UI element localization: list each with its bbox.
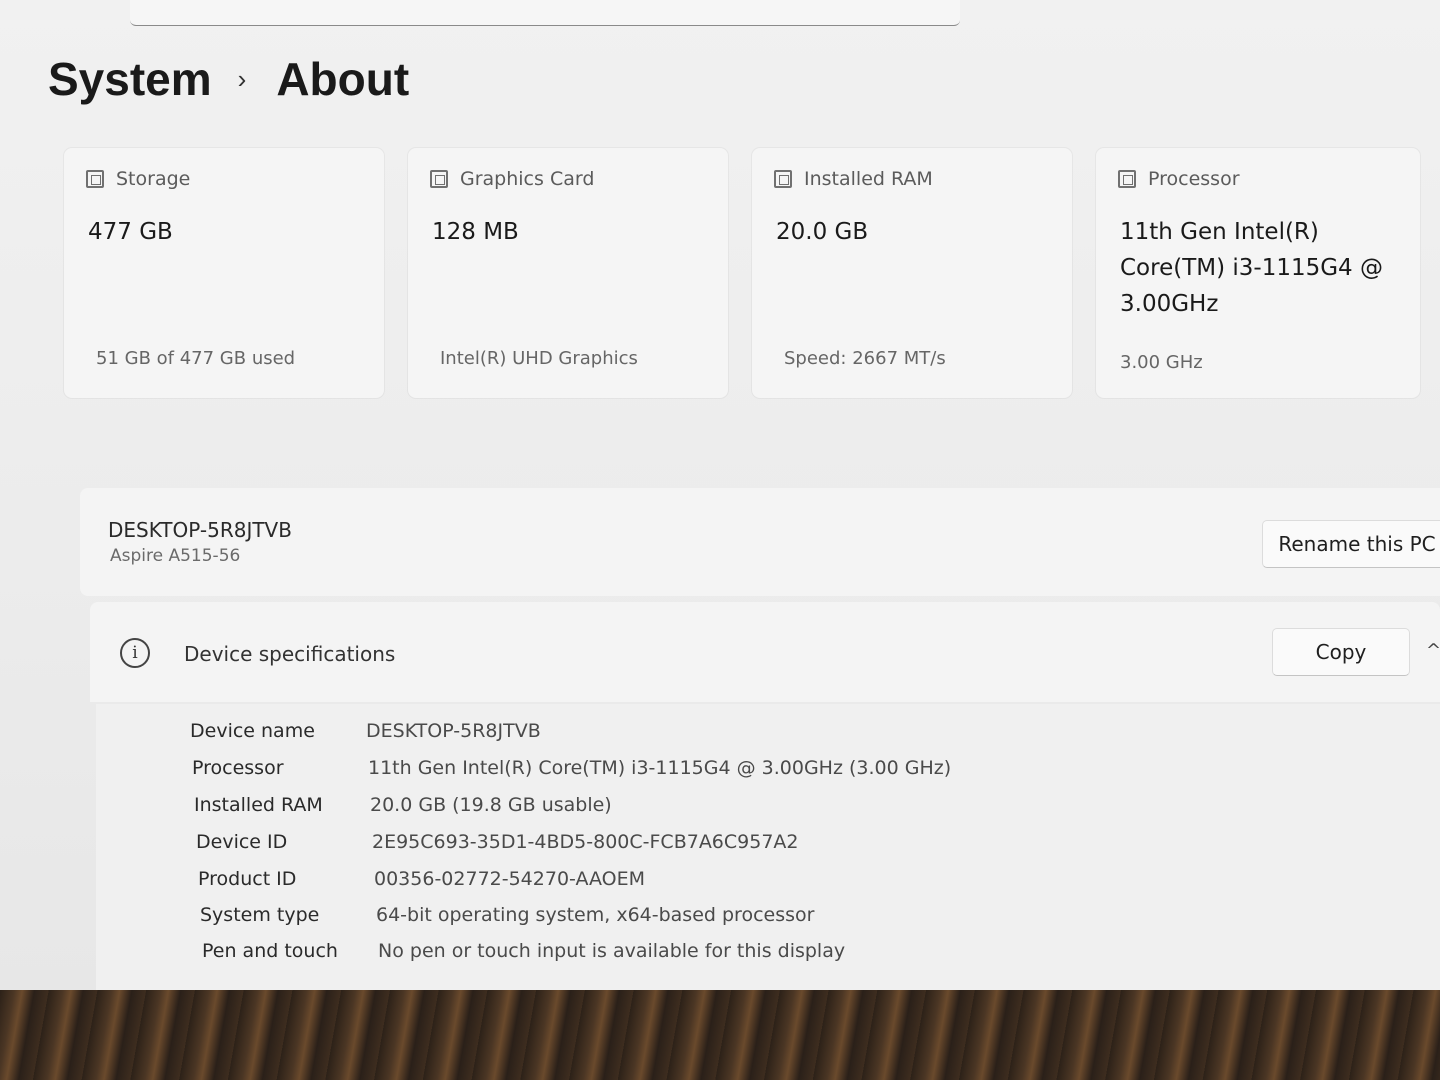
spec-row-pen-and-touch: Pen and touch No pen or touch input is a…: [202, 940, 845, 962]
ram-icon: [774, 170, 792, 188]
processor-label: Processor: [1148, 168, 1240, 190]
spec-row-product-id: Product ID 00356-02772-54270-AAOEM: [198, 868, 645, 890]
storage-value: 477 GB: [88, 219, 173, 245]
rename-pc-button[interactable]: Rename this PC: [1262, 520, 1440, 568]
device-specifications-title: Device specifications: [184, 642, 396, 666]
ram-label: Installed RAM: [804, 168, 933, 190]
breadcrumb-chevron-icon: ›: [237, 63, 247, 94]
ram-speed: Speed: 2667 MT/s: [784, 348, 946, 369]
spec-key: System type: [200, 904, 320, 926]
breadcrumb-system[interactable]: System: [48, 52, 212, 106]
spec-value: 64-bit operating system, x64-based proce…: [376, 904, 815, 926]
device-specifications-list: Device name DESKTOP-5R8JTVB Processor 11…: [96, 704, 1440, 990]
spec-key: Pen and touch: [202, 940, 338, 962]
ram-value: 20.0 GB: [776, 219, 869, 245]
spec-key: Installed RAM: [194, 794, 323, 816]
device-name: DESKTOP-5R8JTVB: [108, 518, 292, 542]
spec-row-processor: Processor 11th Gen Intel(R) Core(TM) i3-…: [192, 757, 951, 779]
graphics-card: Graphics Card 128 MB Intel(R) UHD Graphi…: [408, 148, 728, 398]
graphics-value: 128 MB: [432, 219, 519, 245]
spec-value: 11th Gen Intel(R) Core(TM) i3-1115G4 @ 3…: [368, 757, 952, 779]
chevron-up-icon[interactable]: ^: [1426, 640, 1440, 661]
spec-value: 2E95C693-35D1-4BD5-800C-FCB7A6C957A2: [372, 831, 799, 853]
storage-usage: 51 GB of 477 GB used: [96, 348, 296, 369]
device-model: Aspire A515-56: [110, 546, 241, 566]
processor-value: 11th Gen Intel(R) Core(TM) i3-1115G4 @ 3…: [1120, 219, 1384, 317]
pc-name-row: DESKTOP-5R8JTVB Aspire A515-56 Rename th…: [80, 488, 1440, 596]
spec-row-device-name: Device name DESKTOP-5R8JTVB: [190, 720, 541, 742]
spec-key: Device ID: [196, 831, 288, 853]
processor-card: Processor 11th Gen Intel(R) Core(TM) i3-…: [1096, 148, 1420, 398]
breadcrumb: System › About: [48, 52, 409, 106]
spec-value: DESKTOP-5R8JTVB: [366, 720, 541, 742]
spec-row-device-id: Device ID 2E95C693-35D1-4BD5-800C-FCB7A6…: [196, 831, 799, 853]
spec-key: Device name: [190, 720, 315, 742]
spec-row-system-type: System type 64-bit operating system, x64…: [200, 904, 814, 926]
processor-speed: 3.00 GHz: [1120, 352, 1203, 373]
storage-card: Storage 477 GB 51 GB of 477 GB used: [64, 148, 384, 398]
graphics-adapter: Intel(R) UHD Graphics: [440, 348, 638, 369]
info-icon: i: [120, 638, 150, 668]
spec-value: 00356-02772-54270-AAOEM: [374, 868, 646, 890]
device-specifications-header[interactable]: i Device specifications Copy ^: [90, 602, 1440, 702]
spec-value: 20.0 GB (19.8 GB usable): [370, 794, 612, 816]
graphics-label: Graphics Card: [460, 168, 595, 190]
page-title: About: [276, 53, 410, 105]
settings-window: System › About Storage 477 GB 51 GB of 4…: [0, 0, 1440, 990]
graphics-card-icon: [430, 170, 448, 188]
find-setting-search[interactable]: [130, 0, 960, 26]
processor-icon: [1118, 170, 1136, 188]
spec-value: No pen or touch input is available for t…: [378, 940, 846, 962]
spec-key: Processor: [192, 757, 284, 779]
desk-background: [0, 990, 1440, 1080]
spec-row-installed-ram: Installed RAM 20.0 GB (19.8 GB usable): [194, 794, 612, 816]
copy-button[interactable]: Copy: [1272, 628, 1410, 676]
spec-key: Product ID: [198, 868, 297, 890]
storage-label: Storage: [116, 168, 191, 190]
ram-card: Installed RAM 20.0 GB Speed: 2667 MT/s: [752, 148, 1072, 398]
storage-icon: [86, 170, 104, 188]
